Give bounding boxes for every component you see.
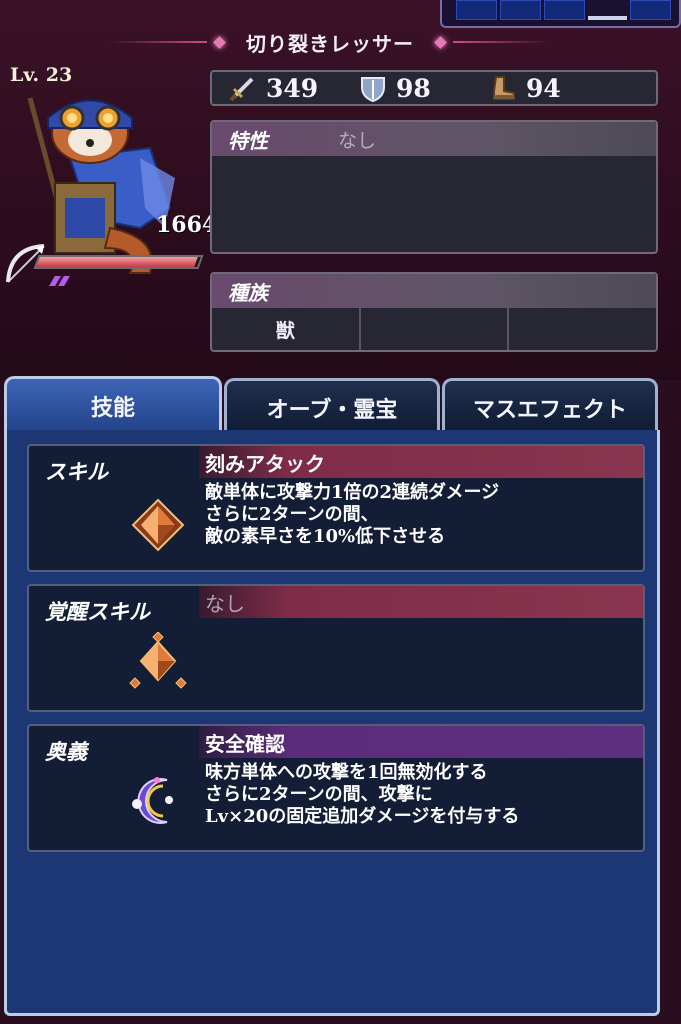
speed-value: 94 <box>526 73 561 103</box>
race-header: 種族 <box>212 274 656 308</box>
unit-level: Lv. 23 <box>10 64 73 86</box>
unit-name: 切り裂きレッサー <box>246 31 414 56</box>
title-row: 切り裂きレッサー <box>110 28 550 56</box>
defense-value: 98 <box>396 73 431 103</box>
ultimate-kind-label: 奥義 <box>45 739 87 764</box>
unit-hp: 1664 <box>156 212 218 238</box>
awakened-skill-card[interactable]: 覚醒スキル なし <box>27 584 645 712</box>
minimap-cell <box>630 0 671 20</box>
attack-value: 349 <box>266 73 319 103</box>
ultimate-card[interactable]: 奥義 安全確認 味方単体への攻撃を1回無効化する さらに2ターンの間、攻撃に L… <box>27 724 645 852</box>
race-panel: 種族 獣 <box>210 272 658 352</box>
bow-icon <box>6 244 45 283</box>
title-ornament-line <box>453 41 550 43</box>
stats-panel: 349 98 94 <box>210 70 658 106</box>
tab-skills[interactable]: 技能 <box>4 376 222 432</box>
minimap-cell-active <box>588 16 627 20</box>
sword-icon <box>229 77 254 102</box>
boot-icon <box>493 76 515 100</box>
skill-name: 刻みアタック <box>199 446 643 478</box>
stat-defense: 98 <box>342 73 472 103</box>
skill-description: 敵単体に攻撃力1倍の2連続ダメージ さらに2ターンの間、 敵の素早さを10%低下… <box>205 482 500 547</box>
race-label: 種族 <box>228 280 268 305</box>
title-ornament-gem <box>434 35 447 49</box>
trait-value: なし <box>338 129 377 152</box>
awakened-skill-crystal-icon <box>129 632 187 689</box>
ultimate-moon-icon <box>132 777 173 824</box>
stat-attack: 349 <box>212 73 342 103</box>
tab-mass-effect[interactable]: マスエフェクト <box>442 378 658 434</box>
minimap-cell <box>456 0 497 20</box>
hp-bar <box>33 255 204 269</box>
tab-bar: オーブ・霊宝 マスエフェクト 技能 <box>0 376 681 434</box>
ultimate-description: 味方単体への攻撃を1回無効化する さらに2ターンの間、攻撃に Lv×20の固定追… <box>205 762 520 827</box>
race-cell: 獣 <box>212 308 361 350</box>
awakened-skill-name: なし <box>199 586 643 618</box>
awakened-skill-kind-label: 覚醒スキル <box>45 599 150 624</box>
trait-panel: 特性 なし <box>210 120 658 254</box>
shield-icon <box>361 77 385 103</box>
skill-kind-label: スキル <box>45 459 108 484</box>
skill-card[interactable]: スキル 刻みアタック 敵単体に攻撃力1倍の2連続ダメージ さらに2ターンの間、 … <box>27 444 645 572</box>
trait-header: 特性 なし <box>212 122 656 156</box>
title-ornament-gem <box>213 35 226 49</box>
minimap-cell <box>500 0 541 20</box>
skill-gauge <box>49 276 70 286</box>
skills-panel: スキル 刻みアタック 敵単体に攻撃力1倍の2連続ダメージ さらに2ターンの間、 … <box>4 430 660 1016</box>
hp-bar-fill <box>36 257 198 267</box>
tab-orb-treasure[interactable]: オーブ・霊宝 <box>224 378 440 434</box>
stat-speed: 94 <box>472 73 602 103</box>
title-ornament-line <box>110 41 207 43</box>
skill-crystal-icon <box>131 498 185 552</box>
minimap[interactable] <box>440 0 681 28</box>
race-cell <box>509 308 656 350</box>
race-cell <box>361 308 510 350</box>
minimap-cell <box>544 0 585 20</box>
trait-label: 特性 <box>228 128 268 153</box>
ultimate-name: 安全確認 <box>199 726 643 758</box>
